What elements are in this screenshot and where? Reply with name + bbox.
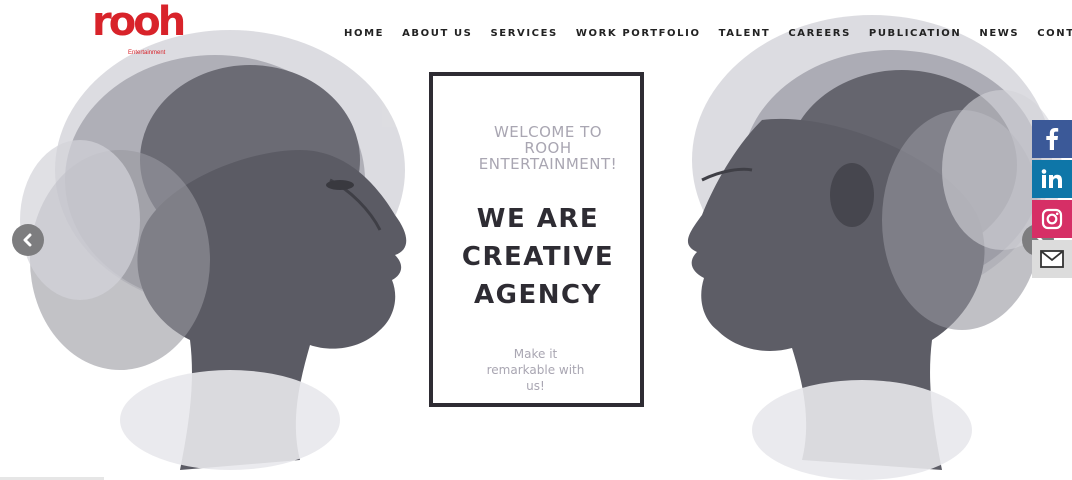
social-sidebar xyxy=(1032,120,1072,280)
nav-item-work-portfolio[interactable]: WORK PORTFOLIO xyxy=(576,27,701,41)
facebook-button[interactable] xyxy=(1032,120,1072,158)
hero-text-card: WELCOME TO ROOH ENTERTAINMENT! WE ARE CR… xyxy=(429,72,644,407)
nav-item-careers[interactable]: CAREERS xyxy=(788,27,851,41)
chevron-left-icon xyxy=(23,233,32,247)
welcome-heading: WELCOME TO ROOH ENTERTAINMENT! xyxy=(463,124,633,172)
welcome-line: ROOH xyxy=(524,139,572,157)
welcome-line: WELCOME TO xyxy=(493,123,603,141)
hero-image-left-face xyxy=(20,30,407,470)
headline-line: CREATIVE xyxy=(461,242,615,272)
instagram-icon xyxy=(1041,208,1063,230)
hero-tagline: Make it remarkable with us! xyxy=(473,346,598,394)
tagline-line: Make it xyxy=(513,347,558,361)
linkedin-button[interactable] xyxy=(1032,160,1072,198)
hero-headline: WE ARE CREATIVE AGENCY xyxy=(439,200,637,314)
nav-item-publication[interactable]: PUBLICATION xyxy=(869,27,961,41)
nav-item-talent[interactable]: TALENT xyxy=(719,27,771,41)
facebook-icon xyxy=(1046,128,1059,150)
nav-item-contact[interactable]: CONTACT xyxy=(1037,27,1072,41)
brand-logo[interactable]: rooh Entertainment xyxy=(92,2,186,60)
mail-icon xyxy=(1040,250,1064,268)
headline-line: AGENCY xyxy=(474,280,602,310)
main-nav: HOME ABOUT US SERVICES WORK PORTFOLIO TA… xyxy=(344,27,1072,41)
tagline-line: remarkable with xyxy=(486,363,585,377)
instagram-button[interactable] xyxy=(1032,200,1072,238)
logo-subtitle: Entertainment xyxy=(128,50,166,56)
hero-slider: rooh Entertainment HOME ABOUT US SERVICE… xyxy=(0,0,1072,480)
logo-wordmark: rooh xyxy=(92,0,186,45)
mail-button[interactable] xyxy=(1032,240,1072,278)
nav-item-home[interactable]: HOME xyxy=(344,27,384,41)
nav-item-services[interactable]: SERVICES xyxy=(490,27,557,41)
hero-image-right-face xyxy=(687,15,1062,480)
tagline-line: us! xyxy=(526,379,545,393)
nav-item-news[interactable]: NEWS xyxy=(979,27,1019,41)
slider-prev-button[interactable] xyxy=(12,224,44,256)
welcome-line: ENTERTAINMENT! xyxy=(478,155,618,173)
linkedin-icon xyxy=(1041,169,1062,188)
nav-item-about-us[interactable]: ABOUT US xyxy=(402,27,472,41)
headline-line: WE ARE xyxy=(476,204,600,234)
